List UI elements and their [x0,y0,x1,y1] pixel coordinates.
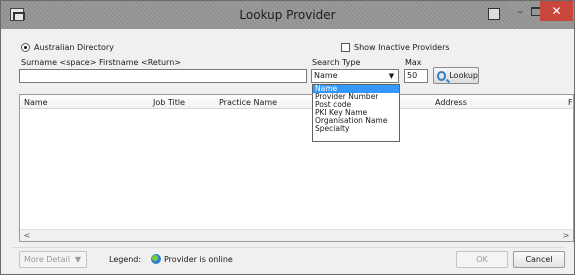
more-detail-button[interactable]: More Detail ▼ [19,251,87,268]
cancel-button[interactable]: Cancel [513,251,565,268]
show-inactive-label: Show Inactive Providers [354,43,450,52]
column-header-address[interactable]: Address [435,98,467,107]
chevron-down-icon: ▼ [74,255,81,264]
name-search-label: Surname <space> Firstname <Return> [21,58,181,67]
ok-button[interactable]: OK [456,251,508,268]
chevron-down-icon[interactable]: ▼ [386,71,397,81]
legend-provider-online: Provider is online [164,255,233,264]
grid-header: Name Job Title Practice Name Address F [20,95,573,109]
lookup-button[interactable]: Lookup [433,67,479,84]
column-header-f[interactable]: F [568,98,573,107]
search-type-value: Name [314,71,338,80]
arrow-right-icon[interactable]: > [560,230,572,241]
legend-label: Legend: [109,255,142,264]
radio-icon[interactable] [21,43,30,52]
horizontal-scrollbar[interactable]: < > [20,229,573,241]
arrow-left-icon[interactable]: < [21,230,33,241]
show-inactive-checkbox[interactable]: Show Inactive Providers [341,43,450,52]
lookup-label: Lookup [449,71,478,80]
name-search-input[interactable] [19,69,307,83]
footer-divider [11,247,566,248]
checkbox-icon[interactable] [341,43,350,52]
column-header-name[interactable]: Name [24,98,48,107]
close-icon[interactable]: ✕ [540,1,573,21]
search-icon [437,70,447,81]
max-label: Max [405,58,422,67]
australian-directory-label: Australian Directory [34,43,114,52]
search-type-label: Search Type [312,58,361,67]
australian-directory-radio[interactable]: Australian Directory [21,43,114,52]
lookup-provider-window: Lookup Provider – ✕ Australian Directory… [0,0,575,275]
max-input[interactable]: 50 [404,69,428,83]
search-type-dropdown[interactable]: Name Provider Number Post code PKI Key N… [312,84,400,142]
search-type-option[interactable]: Specialty [313,125,399,133]
search-type-select[interactable]: Name ▼ [311,69,399,83]
column-header-practice-name[interactable]: Practice Name [219,98,277,107]
column-header-job-title[interactable]: Job Title [153,98,185,107]
globe-icon [151,254,161,264]
more-detail-label: More Detail [24,255,70,264]
results-grid[interactable]: Name Job Title Practice Name Address F <… [19,94,574,242]
title-bar[interactable]: Lookup Provider – ✕ [1,1,574,29]
minimize-icon[interactable]: – [510,5,530,25]
pin-icon[interactable] [488,8,500,20]
